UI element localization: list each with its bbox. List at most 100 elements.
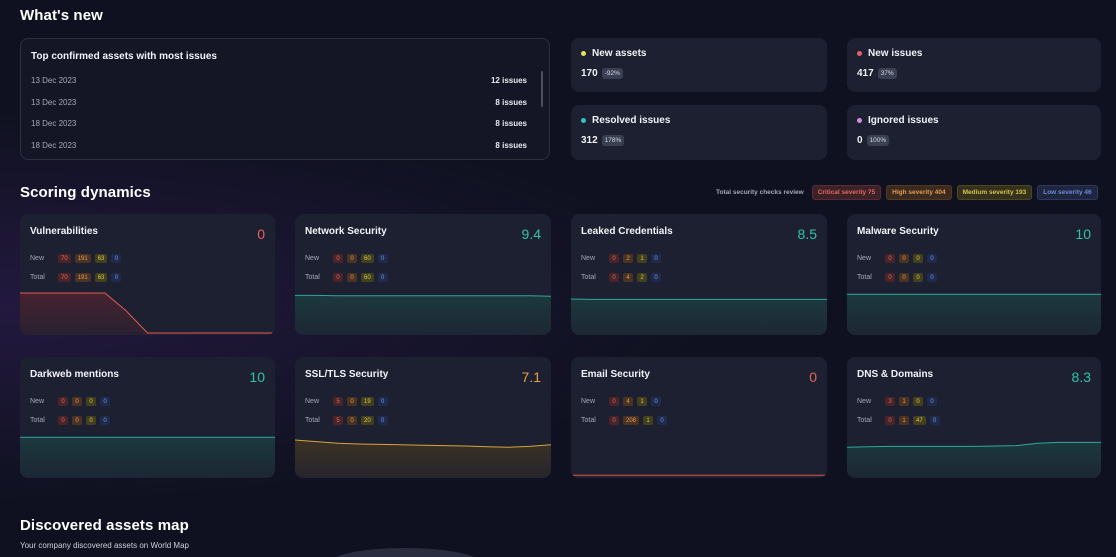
score-card-network-security[interactable]: Network Security 9.4 New 0 0 60 0 Total 0 0 60 0 bbox=[295, 214, 551, 335]
score-card-dns-domains[interactable]: DNS & Domains 8.3 New 3 1 0 0 Total 0 1 47 0 bbox=[847, 357, 1101, 478]
severity-count-chip: 63 bbox=[94, 254, 108, 263]
severity-row-total: Total 0 1 47 0 bbox=[857, 416, 944, 425]
score-card-title: Email Security bbox=[581, 369, 650, 380]
severity-count-chip: 191 bbox=[74, 273, 91, 282]
severity-count-chip: 1 bbox=[637, 254, 647, 263]
status-dot-icon bbox=[857, 51, 862, 56]
severity-count-chip: 0 bbox=[347, 416, 357, 425]
severity-count-chip: 19 bbox=[361, 397, 374, 406]
score-card-title: SSL/TLS Security bbox=[305, 369, 389, 380]
status-dot-icon bbox=[581, 51, 586, 56]
list-scrollbar[interactable] bbox=[541, 71, 543, 107]
list-item[interactable]: 18 Dec 2023 8 issues bbox=[31, 135, 539, 157]
severity-count-chip: 0 bbox=[609, 416, 619, 425]
score-card-vulnerabilities[interactable]: Vulnerabilities 0 New 70 191 63 0 Total 70 191 63 0 bbox=[20, 214, 275, 335]
severity-count-chip: 0 bbox=[58, 397, 68, 406]
top-assets-panel: Top confirmed assets with most issues 13… bbox=[20, 38, 550, 160]
severity-count-chip: 191 bbox=[74, 254, 91, 263]
list-item[interactable]: 13 Dec 2023 12 issues bbox=[31, 70, 539, 92]
top-assets-list: 13 Dec 2023 12 issues 13 Dec 2023 8 issues… bbox=[31, 70, 539, 156]
severity-count-chip: 0 bbox=[657, 416, 668, 425]
trend-area bbox=[847, 294, 1101, 335]
score-card-ssl-tls-security[interactable]: SSL/TLS Security 7.1 New 5 0 19 0 Total 5 0 20 0 bbox=[295, 357, 551, 478]
scoring-dynamics-title: Scoring dynamics bbox=[20, 184, 151, 201]
stat-new-assets[interactable]: New assets 170 -92% bbox=[571, 38, 827, 92]
row-label: Total bbox=[30, 417, 45, 424]
stat-resolved-issues[interactable]: Resolved issues 312 178% bbox=[571, 105, 827, 160]
score-value: 8.3 bbox=[1071, 369, 1091, 385]
score-card-malware-security[interactable]: Malware Security 10 New 0 0 0 0 Total 0 0 0 0 bbox=[847, 214, 1101, 335]
legend-low[interactable]: Low severity 46 bbox=[1037, 185, 1098, 200]
severity-count-chip: 0 bbox=[899, 273, 909, 282]
severity-count-chip: 2 bbox=[623, 254, 633, 263]
score-value: 10 bbox=[1075, 226, 1091, 242]
trend-area bbox=[571, 299, 827, 335]
severity-row-total: Total 70 191 63 0 bbox=[30, 273, 125, 282]
legend-medium[interactable]: Medium severity 193 bbox=[956, 185, 1033, 200]
trend-chart bbox=[20, 436, 275, 478]
severity-row-total: Total 0 4 2 0 bbox=[581, 273, 665, 282]
top-assets-title: Top confirmed assets with most issues bbox=[31, 51, 217, 62]
severity-count-chip: 20 bbox=[361, 416, 374, 425]
trend-chart bbox=[295, 294, 551, 335]
severity-count-chip: 0 bbox=[913, 254, 923, 263]
trend-chart bbox=[847, 293, 1101, 335]
trend-area bbox=[20, 437, 275, 478]
score-value: 8.5 bbox=[797, 226, 817, 242]
score-card-email-security[interactable]: Email Security 0 New 0 4 1 0 Total 0 208 1 0 bbox=[571, 357, 827, 478]
score-value: 7.1 bbox=[521, 369, 541, 385]
row-label: New bbox=[857, 398, 872, 405]
list-item[interactable]: 13 Dec 2023 8 issues bbox=[31, 92, 539, 114]
severity-count-chip: 0 bbox=[86, 397, 96, 406]
row-label: Total bbox=[857, 274, 872, 281]
score-card-title: Vulnerabilities bbox=[30, 226, 98, 237]
row-label: Total bbox=[305, 274, 320, 281]
legend-high[interactable]: High severity 404 bbox=[886, 185, 952, 200]
row-label: Total bbox=[305, 417, 320, 424]
severity-row-total: Total 0 208 1 0 bbox=[581, 416, 671, 425]
row-label: New bbox=[305, 398, 320, 405]
severity-row-new: New 70 191 63 0 bbox=[30, 254, 125, 263]
severity-count-chip: 1 bbox=[899, 416, 909, 425]
row-label: New bbox=[581, 398, 596, 405]
map-subtitle: Your company discovered assets on World … bbox=[20, 541, 189, 550]
score-card-leaked-credentials[interactable]: Leaked Credentials 8.5 New 0 2 1 0 Total 0 4 2 0 bbox=[571, 214, 827, 335]
severity-count-chip: 70 bbox=[58, 254, 71, 263]
severity-count-chip: 0 bbox=[100, 397, 110, 406]
severity-count-chip: 0 bbox=[927, 254, 937, 263]
legend-critical[interactable]: Critical severity 75 bbox=[811, 185, 882, 200]
severity-count-chip: 4 bbox=[623, 273, 633, 282]
severity-count-chip: 0 bbox=[377, 254, 388, 263]
severity-count-chip: 60 bbox=[361, 273, 374, 282]
score-card-title: DNS & Domains bbox=[857, 369, 934, 380]
severity-row-new: New 3 1 0 0 bbox=[857, 397, 941, 406]
severity-count-chip: 0 bbox=[72, 416, 82, 425]
severity-row-new: New 0 0 0 0 bbox=[30, 397, 114, 406]
stat-ignored-issues[interactable]: Ignored issues 0 100% bbox=[847, 105, 1101, 160]
score-card-darkweb-mentions[interactable]: Darkweb mentions 10 New 0 0 0 0 Total 0 0 0 0 bbox=[20, 357, 275, 478]
severity-row-new: New 0 0 60 0 bbox=[305, 254, 392, 263]
stat-new-issues[interactable]: New issues 417 37% bbox=[847, 38, 1101, 92]
severity-row-total: Total 0 0 0 0 bbox=[857, 273, 941, 282]
severity-count-chip: 0 bbox=[913, 273, 923, 282]
severity-count-chip: 3 bbox=[885, 397, 895, 406]
row-label: Total bbox=[30, 274, 45, 281]
trend-chart bbox=[20, 292, 275, 335]
severity-count-chip: 0 bbox=[377, 416, 388, 425]
severity-count-chip: 0 bbox=[347, 273, 357, 282]
severity-count-chip: 1 bbox=[643, 416, 654, 425]
row-label: New bbox=[30, 398, 45, 405]
score-value: 10 bbox=[249, 369, 265, 385]
severity-count-chip: 0 bbox=[111, 273, 122, 282]
severity-count-chip: 0 bbox=[885, 416, 895, 425]
severity-row-new: New 0 0 0 0 bbox=[857, 254, 941, 263]
change-badge: 100% bbox=[866, 135, 890, 146]
whats-new-title: What's new bbox=[20, 7, 103, 24]
world-map[interactable] bbox=[330, 548, 480, 557]
severity-legend: Total security checks review Critical se… bbox=[716, 185, 1098, 200]
severity-count-chip: 0 bbox=[651, 254, 661, 263]
trend-chart bbox=[571, 474, 827, 478]
list-item[interactable]: 18 Dec 2023 8 issues bbox=[31, 113, 539, 135]
change-badge: 178% bbox=[601, 135, 625, 146]
severity-count-chip: 0 bbox=[58, 416, 68, 425]
